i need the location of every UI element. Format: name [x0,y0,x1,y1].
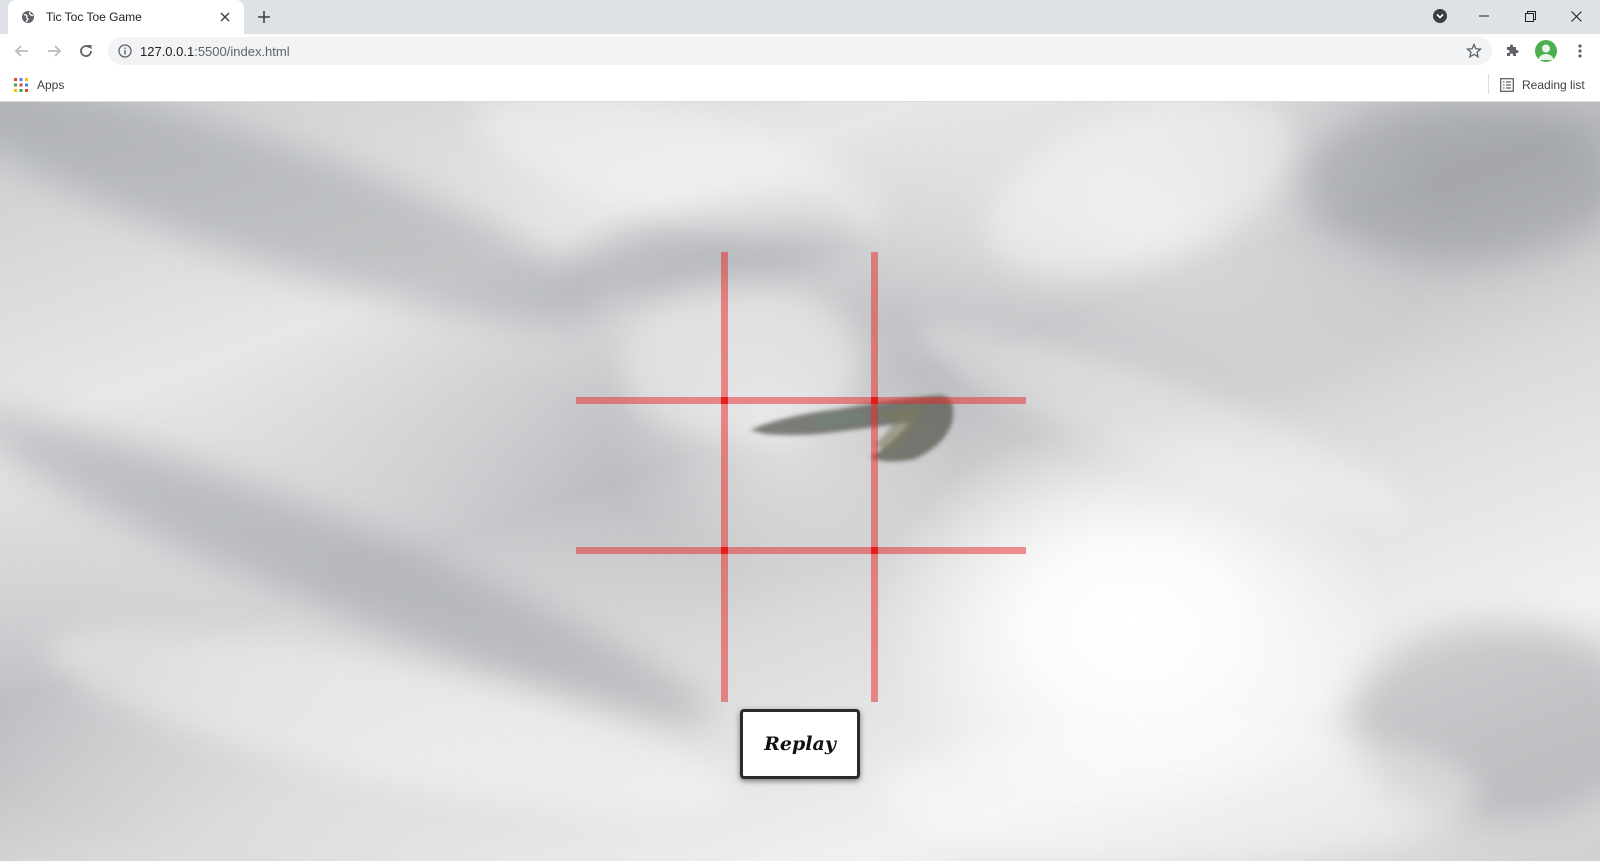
replay-label: Replay [764,733,836,755]
apps-shortcut[interactable]: Apps [14,75,64,95]
bookmarks-divider [1488,74,1489,94]
close-window-icon[interactable] [1554,0,1598,32]
url-host: 127.0.0.1 [140,43,195,59]
forward-arrow-icon[interactable] [42,39,66,63]
info-icon[interactable] [118,44,132,58]
kebab-menu-icon[interactable] [1568,39,1592,63]
apps-label: Apps [37,78,65,92]
tab-search-button[interactable] [1418,0,1462,32]
page-viewport: Replay [0,102,1600,861]
browser-tab[interactable]: Tic Toc Toe Game [8,0,244,34]
board-cell-4[interactable] [576,402,726,552]
back-arrow-icon[interactable] [10,39,34,63]
tab-title: Tic Toc Toe Game [46,10,142,24]
replay-button[interactable]: Replay [740,709,860,779]
board-cell-3[interactable] [876,252,1026,402]
address-bar[interactable]: 127.0.0.1:5500/index.html [108,37,1492,65]
minimize-icon[interactable] [1462,0,1506,32]
board-cell-6[interactable] [876,402,1026,552]
tic-tac-toe-board [576,252,1026,702]
reading-list-button[interactable]: Reading list [1500,75,1585,95]
board-cell-5[interactable] [726,402,876,552]
browser-toolbar: 127.0.0.1:5500/index.html [0,34,1600,68]
board-cell-1[interactable] [576,252,726,402]
reading-list-icon [1500,78,1514,92]
extensions-puzzle-icon[interactable] [1500,39,1524,63]
profile-avatar[interactable] [1535,40,1557,62]
close-tab-icon[interactable] [216,8,234,26]
globe-icon [20,9,36,25]
reload-icon[interactable] [74,39,98,63]
apps-grid-icon [14,78,28,92]
restore-icon[interactable] [1508,0,1552,32]
board-cell-8[interactable] [726,552,876,702]
board-cell-7[interactable] [576,552,726,702]
tab-strip: Tic Toc Toe Game [0,0,1600,34]
new-tab-button[interactable] [252,5,276,29]
board-cell-9[interactable] [876,552,1026,702]
url-text: 127.0.0.1:5500/index.html [140,44,1462,59]
reading-list-label: Reading list [1522,78,1585,92]
bookmark-star-icon[interactable] [1462,39,1486,63]
url-path: :5500/index.html [194,43,290,59]
bookmarks-bar: Apps Reading list [0,68,1600,102]
board-cell-2[interactable] [726,252,876,402]
